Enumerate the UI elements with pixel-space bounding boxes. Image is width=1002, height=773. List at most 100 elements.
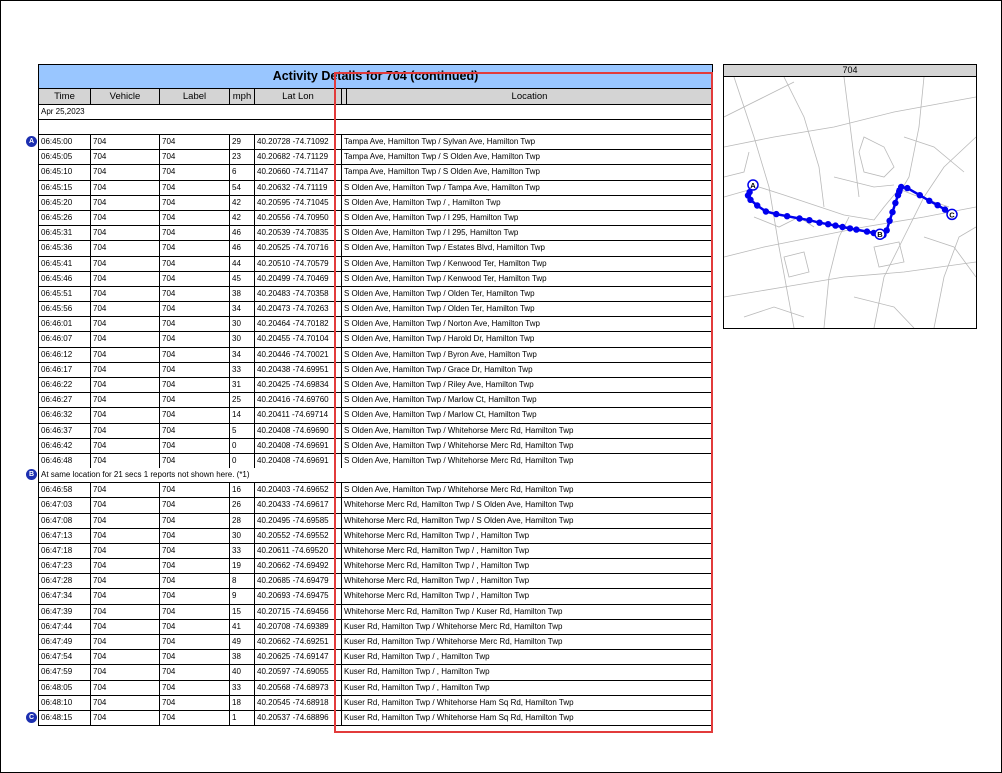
map-marker-label: B (877, 230, 883, 239)
cell-latlon: 40.20660 -74.71147 (255, 165, 342, 180)
cell-label: 704 (160, 180, 230, 195)
cell-label: 704 (160, 286, 230, 302)
table-row: 06:46:58 704 704 16 40.20403 -74.69652 S Olde… (39, 483, 712, 499)
cell-latlon: 40.20473 -74.70263 (255, 302, 342, 317)
cell-label: 704 (160, 695, 230, 710)
cell-label: 704 (160, 271, 230, 286)
rows-group-after: 06:46:58 704 704 16 40.20403 -74.69652 S Olde… (26, 483, 712, 726)
cell-label: 704 (160, 710, 230, 726)
cell-location: Whitehorse Merc Rd, Hamilton Twp / S Old… (344, 515, 574, 525)
table-row: 06:45:31 704 704 46 40.20539 -74.70835 S Olde… (39, 226, 712, 242)
cell-location: S Olden Ave, Hamilton Twp / Harold Dr, H… (344, 334, 535, 344)
cell-vehicle: 704 (91, 710, 160, 726)
cell-vehicle: 704 (91, 528, 160, 543)
cell-latlon: 40.20685 -74.69479 (255, 574, 342, 589)
cell-location: S Olden Ave, Hamilton Twp / Marlow Ct, H… (344, 410, 537, 420)
marker-a: A (26, 136, 37, 147)
table-row: 06:46:12 704 704 34 40.20446 -74.70021 S Olde… (39, 347, 712, 363)
cell-vehicle: 704 (91, 423, 160, 438)
table-row: 06:46:42 704 704 0 40.20408 -74.69691 S Olden… (39, 438, 712, 454)
cell-mph: 28 (230, 513, 255, 528)
cell-time: 06:47:28 (39, 574, 91, 589)
cell-vehicle: 704 (91, 543, 160, 559)
cell-time: 06:47:08 (39, 513, 91, 528)
activity-report: Activity Details for 704 (continued) Tim… (26, 64, 713, 727)
cell-label: 704 (160, 226, 230, 241)
cell-time: 06:46:01 (39, 317, 91, 332)
cell-time: 06:46:07 (39, 332, 91, 347)
cell-vehicle: 704 (91, 604, 160, 619)
cell-mph: 1 (230, 710, 255, 726)
cell-vehicle: 704 (91, 226, 160, 241)
cell-location: Kuser Rd, Hamilton Twp / , Hamilton Twp (344, 667, 490, 677)
cell-location: S Olden Ave, Hamilton Twp / Olden Ter, H… (344, 304, 535, 314)
cell-location: S Olden Ave, Hamilton Twp / Tampa Ave, H… (344, 182, 540, 192)
cell-time: 06:45:10 (39, 165, 91, 180)
col-header-location: Location (511, 91, 548, 102)
marker-c: C (26, 711, 37, 723)
cell-time: 06:47:34 (39, 589, 91, 604)
table-row: 06:47:49 704 704 49 40.20662 -74.69251 Kuser … (39, 635, 712, 651)
cell-latlon: 40.20510 -74.70579 (255, 256, 342, 271)
cell-latlon: 40.20625 -74.69147 (255, 650, 342, 665)
cell-time: 06:45:41 (39, 256, 91, 271)
cell-time: 06:47:03 (39, 498, 91, 513)
cell-mph: 40 (230, 665, 255, 680)
cell-vehicle: 704 (91, 650, 160, 665)
route-point (886, 217, 893, 224)
cell-vehicle: 704 (91, 483, 160, 498)
table-row: 06:46:01 704 704 30 40.20464 -74.70182 S Olde… (39, 317, 712, 333)
cell-time: 06:45:05 (39, 150, 91, 165)
cell-latlon: 40.20537 -74.68896 (255, 710, 342, 726)
cell-vehicle: 704 (91, 665, 160, 680)
note-text: At same location for 21 secs 1 reports n… (41, 470, 250, 480)
col-header-latlon: Lat Lon (255, 89, 342, 104)
cell-label: 704 (160, 483, 230, 498)
cell-location: S Olden Ave, Hamilton Twp / , Hamilton T… (344, 197, 501, 207)
cell-time: 06:47:18 (39, 543, 91, 559)
table-row: 06:45:15 704 704 54 40.20632 -74.71119 S Olde… (39, 180, 712, 196)
table-row: 06:47:18 704 704 33 40.20611 -74.69520 Whiteh… (39, 543, 712, 560)
cell-mph: 14 (230, 408, 255, 423)
route-point (783, 213, 791, 220)
route-point (934, 202, 941, 209)
cell-vehicle: 704 (91, 332, 160, 347)
cell-time: 06:46:12 (39, 347, 91, 362)
cell-latlon: 40.20611 -74.69520 (255, 543, 342, 559)
cell-label: 704 (160, 332, 230, 347)
cell-location: S Olden Ave, Hamilton Twp / Byron Ave, H… (344, 349, 537, 359)
cell-latlon: 40.20446 -74.70021 (255, 347, 342, 362)
table-row: 06:45:26 704 704 42 40.20556 -74.70950 S Olde… (39, 210, 712, 227)
cell-latlon: 40.20525 -74.70716 (255, 241, 342, 256)
cell-mph: 54 (230, 180, 255, 195)
table-row: 06:46:17 704 704 33 40.20438 -74.69951 S Olde… (39, 362, 712, 378)
cell-mph: 33 (230, 543, 255, 559)
cell-time: 06:48:10 (39, 695, 91, 710)
table-row: 06:46:07 704 704 30 40.20455 -74.70104 S Olde… (39, 332, 712, 348)
cell-latlon: 40.20425 -74.69834 (255, 378, 342, 393)
route-point (796, 215, 803, 222)
cell-label: 704 (160, 619, 230, 634)
cell-time: 06:46:17 (39, 362, 91, 377)
route-point (889, 208, 896, 216)
cell-time: 06:47:44 (39, 619, 91, 634)
cell-time: 06:45:15 (39, 180, 91, 195)
cell-mph: 30 (230, 528, 255, 543)
cell-latlon: 40.20403 -74.69652 (255, 483, 342, 498)
rows-group-before: 06:45:00 704 704 29 40.20728 -74.71092 Tampa … (26, 135, 712, 469)
cell-mph: 44 (230, 256, 255, 271)
cell-mph: 9 (230, 589, 255, 604)
cell-vehicle: 704 (91, 210, 160, 226)
cell-time: 06:45:56 (39, 302, 91, 317)
cell-vehicle: 704 (91, 498, 160, 513)
cell-mph: 26 (230, 498, 255, 513)
cell-location: S Olden Ave, Hamilton Twp / I 295, Hamil… (344, 228, 519, 238)
route-map: 704 A B C (723, 64, 977, 329)
cell-mph: 25 (230, 393, 255, 408)
cell-time: 06:45:46 (39, 271, 91, 286)
table-row: 06:45:20 704 704 42 40.20595 -74.71045 S Olde… (39, 195, 712, 211)
cell-time: 06:45:36 (39, 241, 91, 256)
cell-label: 704 (160, 347, 230, 362)
cell-location: Kuser Rd, Hamilton Twp / , Hamilton Twp (344, 682, 490, 692)
cell-time: 06:46:48 (39, 453, 91, 469)
